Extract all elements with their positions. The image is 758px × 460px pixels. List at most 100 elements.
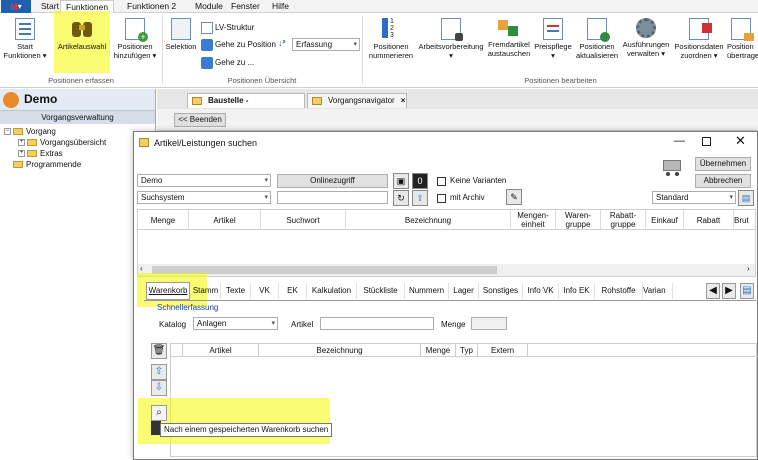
mit-archiv-checkbox[interactable] (437, 194, 446, 203)
keine-varianten-checkbox[interactable] (437, 177, 446, 186)
maximize-icon[interactable] (702, 137, 711, 146)
tab-info-vk[interactable]: Info VK (523, 283, 559, 299)
gehe-zu-button[interactable]: Gehe zu ... (201, 57, 254, 69)
uebernehmen-button[interactable]: Übernehmen (695, 157, 751, 171)
tab-kalkulation[interactable]: Kalkulation (307, 283, 357, 299)
collapse-icon[interactable]: − (4, 128, 11, 136)
abbrechen-button[interactable]: Abbrechen (695, 174, 751, 188)
tab-sonstiges[interactable]: Sonstiges (479, 283, 523, 299)
artikel-input[interactable] (320, 317, 434, 330)
artikelauswahl-label: Artikelauswahl (57, 42, 107, 51)
exchange-icon (498, 18, 520, 38)
positionen-aktualisieren-button[interactable]: Positionen aktualisieren (575, 18, 619, 60)
close-icon[interactable]: × (401, 96, 406, 105)
tree-item-extras[interactable]: + Extras (18, 149, 63, 159)
tab-document-icon (312, 97, 322, 105)
column-header-menge[interactable]: Menge (138, 210, 189, 230)
tab-warenkorb[interactable]: Warenkorb (146, 282, 190, 300)
zero-icon[interactable]: 0 (412, 173, 428, 189)
tab-module[interactable]: Module (190, 0, 228, 13)
column-header-suchwort[interactable]: Suchwort (261, 210, 346, 230)
tools-icon[interactable]: ✎ (506, 189, 522, 205)
tab-scroll-left-icon[interactable]: ◀ (706, 283, 720, 299)
column-header-bezeichnung[interactable]: Bezeichnung (259, 344, 421, 357)
positionen-nummerieren-button[interactable]: 123 Positionen nummerieren (366, 18, 416, 60)
column-header-rabatt[interactable]: Rabatt (684, 210, 734, 230)
checklist-icon (15, 18, 35, 40)
tab-funktionen-2[interactable]: Funktionen 2 (122, 0, 181, 13)
tab-ek[interactable]: EK (279, 283, 307, 299)
tab-vk[interactable]: VK (251, 283, 279, 299)
app-menu-button[interactable]: M ▾ (1, 0, 31, 13)
suchsystem-dropdown[interactable]: Suchsystem ▾ (137, 191, 271, 204)
expand-icon[interactable]: + (18, 139, 25, 147)
tab-info-ek[interactable]: Info EK (559, 283, 595, 299)
minimize-icon[interactable]: — (674, 135, 685, 147)
datasource-dropdown[interactable]: Demo ▾ (137, 174, 271, 187)
tab-stueckliste[interactable]: Stückliste (357, 283, 405, 299)
artikelauswahl-button[interactable]: Artikelauswahl (56, 18, 108, 51)
move-down-icon[interactable]: ⇩ (151, 380, 167, 396)
search-basket-button[interactable]: ⌕ (151, 405, 167, 421)
search-input[interactable] (277, 191, 388, 204)
tab-rohstoffe[interactable]: Rohstoffe (595, 283, 643, 299)
column-header-mengeneinheit[interactable]: Mengen- einheit (511, 210, 556, 230)
tab-baustelle-positionen[interactable]: Baustelle - Positionen× (187, 93, 305, 119)
erfassung-dropdown[interactable]: Erfassung ▾ (292, 38, 360, 51)
document-tabs: Baustelle - Positionen× Vorgangsnavigato… (157, 89, 758, 119)
ausfuehrungen-button[interactable]: Ausführungen verwalten ▾ (620, 18, 672, 58)
tree-item-vorgang[interactable]: − Vorgang (4, 127, 56, 137)
move-up-icon[interactable]: ⇧ (151, 364, 167, 380)
beenden-button[interactable]: << Beenden (174, 113, 226, 127)
horizontal-scrollbar[interactable]: ‹ › (138, 264, 755, 276)
tab-nummern[interactable]: Nummern (405, 283, 449, 299)
column-header-rabattgruppe[interactable]: Rabatt- gruppe (601, 210, 646, 230)
onlinezugriff-button[interactable]: Onlinezugriff (277, 174, 388, 188)
gehe-zu-position-button[interactable]: Gehe zu Position (201, 39, 276, 51)
positionen-hinzufuegen-button[interactable]: + Positionen hinzufügen ▾ (112, 18, 158, 60)
column-header-bezeichnung[interactable]: Bezeichnung (346, 210, 511, 230)
column-header-artikel[interactable]: Artikel (189, 210, 261, 230)
standard-dropdown[interactable]: Standard ▾ (652, 191, 736, 204)
tab-hilfe[interactable]: Hilfe (267, 0, 294, 13)
positionsdaten-button[interactable]: Positionsdaten zuordnen ▾ (673, 18, 725, 60)
tab-stamm[interactable]: Stamm (191, 283, 221, 299)
menge-input[interactable] (471, 317, 507, 330)
trash-icon[interactable]: 🗑 (151, 343, 167, 359)
upload-icon[interactable]: ⇧ (412, 190, 428, 206)
refresh-list-icon (587, 18, 610, 42)
tab-scroll-right-icon[interactable]: ▶ (722, 283, 736, 299)
column-header-menge[interactable]: Menge (421, 344, 456, 357)
tab-options-icon[interactable]: ▤ (740, 283, 754, 299)
tree-item-vorgangsuebersicht[interactable]: + Vorgangsübersicht (18, 138, 106, 148)
positionen-uebertragen-button[interactable]: Position übertrage (727, 18, 758, 60)
column-header-artikel[interactable]: Artikel (183, 344, 259, 357)
selection-icon (171, 18, 191, 40)
tree-item-programmende[interactable]: Programmende (13, 160, 81, 170)
column-header-typ[interactable]: Typ (456, 344, 478, 357)
refresh-icon[interactable]: ↻ (393, 190, 409, 206)
column-header-einkauf[interactable]: Einkauf (646, 210, 684, 230)
start-funktionen-button[interactable]: Start Funktionen ▾ (3, 18, 47, 60)
lv-struktur-button[interactable]: LV-Struktur (201, 22, 254, 34)
tab-texte[interactable]: Texte (221, 283, 251, 299)
expand-icon[interactable]: + (18, 150, 25, 158)
tab-vorgangsnavigator[interactable]: Vorgangsnavigator × (307, 93, 407, 108)
tab-varianten[interactable]: Varian (643, 283, 673, 299)
folder-search-icon[interactable]: ▣ (393, 173, 409, 189)
scroll-right-icon[interactable]: › (747, 264, 750, 273)
preispflege-button[interactable]: Preispflege ▾ (533, 18, 573, 60)
layout-icon[interactable]: ▤ (738, 190, 754, 206)
column-header-brutto[interactable]: Brut (734, 210, 755, 230)
tab-fenster[interactable]: Fenster (226, 0, 265, 13)
close-icon[interactable]: ✕ (735, 133, 746, 149)
column-header-warengruppe[interactable]: Waren- gruppe (556, 210, 601, 230)
column-header-extern[interactable]: Extern (478, 344, 528, 357)
menu-bar: M ▾ Start Funktionen Funktionen 2 Module … (0, 0, 758, 14)
fremdartikel-button[interactable]: Fremdartikel austauschen (486, 18, 532, 58)
scroll-left-icon[interactable]: ‹ (140, 264, 143, 273)
arbeitsvorbereitung-button[interactable]: Arbeitsvorbereitung ▾ (418, 18, 484, 60)
selektion-button[interactable]: Selektion (165, 18, 197, 51)
tab-lager[interactable]: Lager (449, 283, 479, 299)
katalog-dropdown[interactable]: Anlagen ▾ (193, 317, 278, 330)
